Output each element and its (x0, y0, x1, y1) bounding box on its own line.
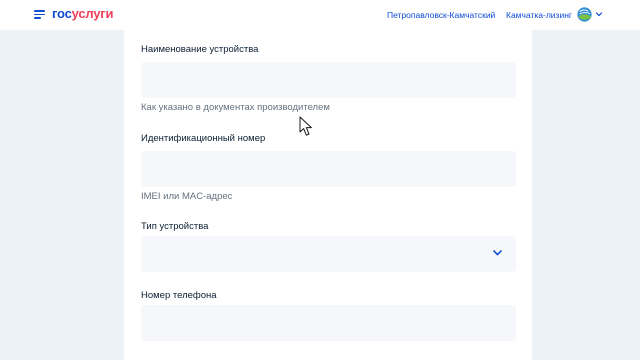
logo-part-uslugi: услуги (71, 6, 114, 21)
account-chevron-down-icon[interactable] (596, 12, 602, 17)
phone-input[interactable] (141, 305, 516, 341)
device-type-select[interactable] (141, 236, 516, 272)
logo-part-gos: гос (52, 6, 72, 21)
top-header: госуслуги Петропавловск-Камчатский Камча… (0, 0, 640, 30)
phone-label: Номер телефона (141, 290, 217, 301)
gosuslugi-logo[interactable]: госуслуги (52, 6, 114, 22)
location-link[interactable]: Петропавловск-Камчатский (387, 10, 495, 21)
device-id-input[interactable] (141, 151, 516, 187)
globe-avatar-icon[interactable] (577, 7, 592, 22)
device-name-input[interactable] (141, 62, 516, 98)
device-name-label: Наименование устройства (141, 44, 259, 55)
organization-link[interactable]: Камчатка-лизинг (506, 10, 572, 21)
chevron-down-icon (493, 250, 502, 256)
device-id-label: Идентификационный номер (141, 133, 266, 144)
device-id-hint: IMEI или MAC-адрес (141, 191, 233, 202)
device-name-hint: Как указано в документах производителем (141, 102, 330, 113)
mouse-cursor-icon (299, 116, 312, 136)
device-type-label: Тип устройства (141, 221, 209, 232)
menu-icon[interactable] (34, 10, 45, 19)
